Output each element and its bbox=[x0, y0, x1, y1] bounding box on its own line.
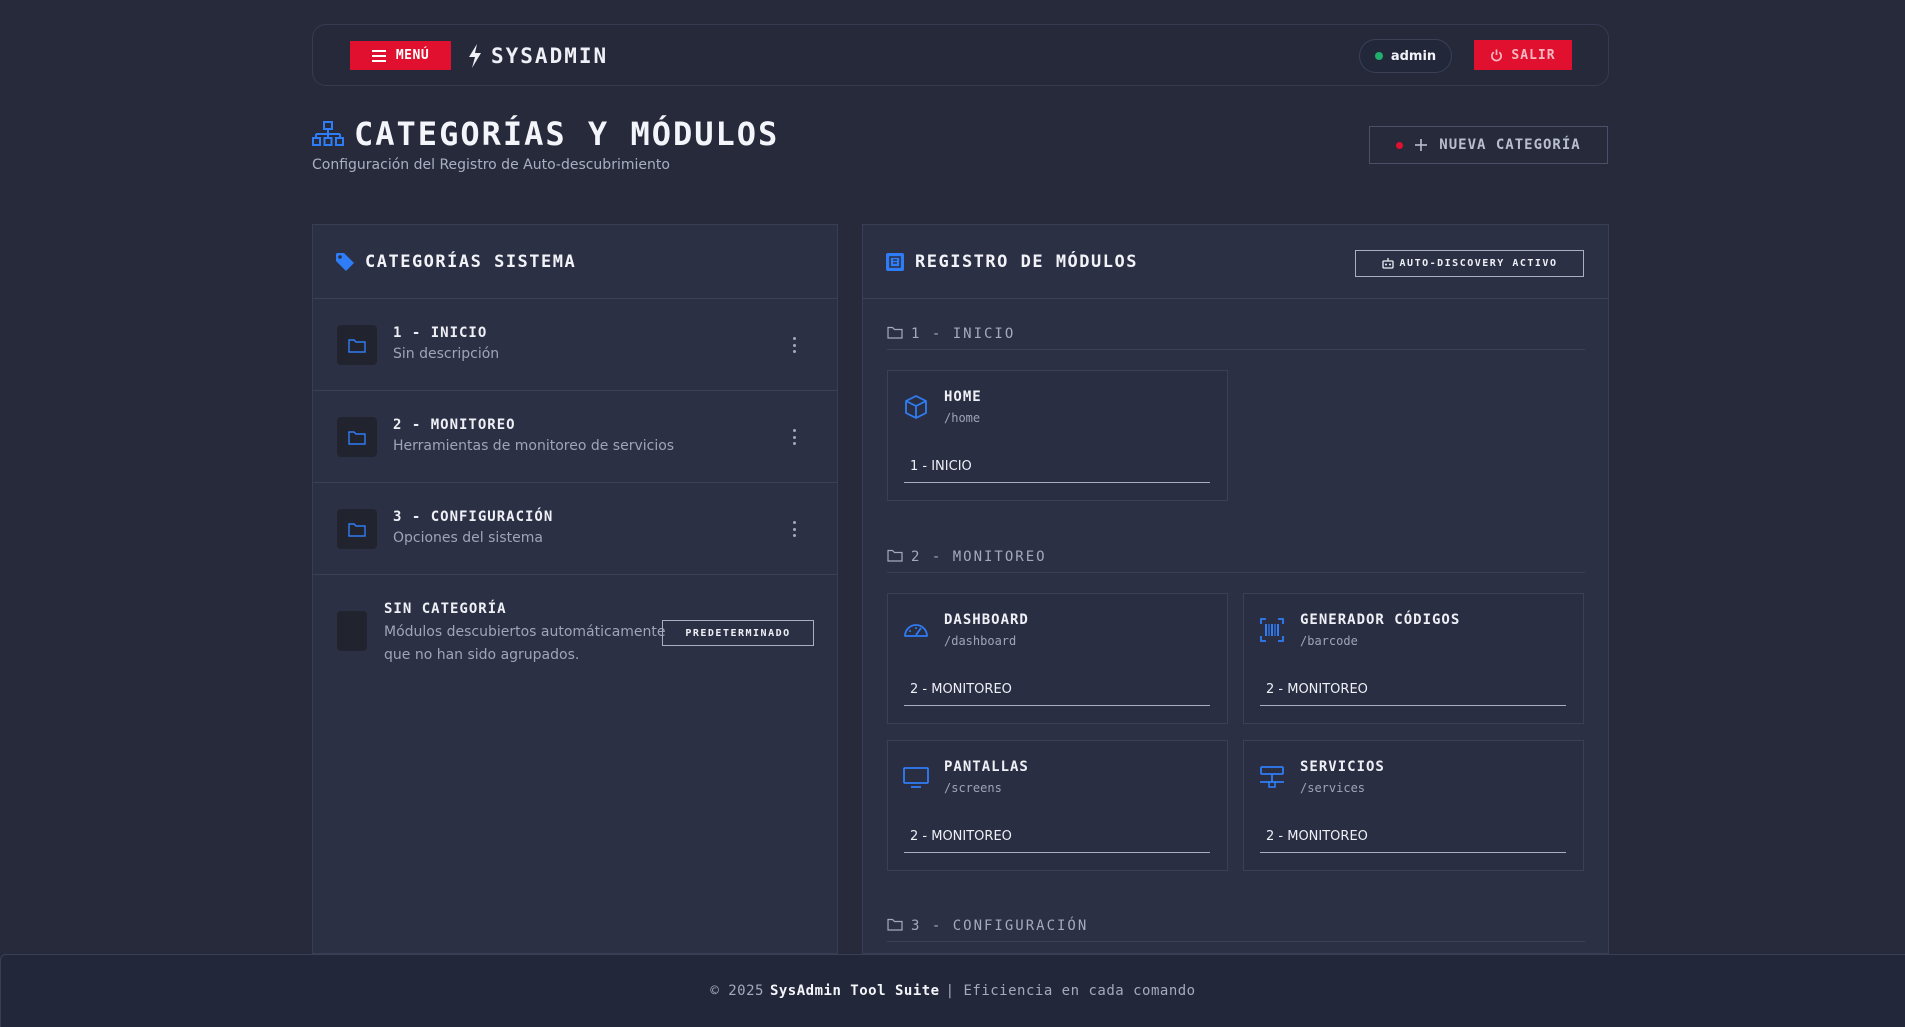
category-icon-box bbox=[337, 417, 377, 457]
module-category-select[interactable]: 2 - MONITOREO bbox=[904, 829, 1210, 853]
folder-outline-icon bbox=[887, 549, 903, 562]
folder-icon bbox=[348, 338, 366, 353]
uncategorized-description: Módulos descubiertos automáticamente que… bbox=[384, 624, 666, 663]
module-name: DASHBOARD bbox=[944, 612, 1029, 628]
power-icon bbox=[1491, 48, 1503, 61]
module-card[interactable]: DASHBOARD /dashboard 2 - MONITOREO bbox=[887, 593, 1228, 724]
module-name: SERVICIOS bbox=[1300, 759, 1385, 775]
uncategorized-title: SIN CATEGORÍA bbox=[384, 601, 507, 617]
auto-discovery-badge: AUTO-DISCOVERY ACTIVO bbox=[1355, 250, 1584, 277]
network-icon bbox=[1260, 766, 1284, 788]
module-category-select[interactable]: 1 - INICIO bbox=[904, 459, 1210, 483]
auto-discovery-label: AUTO-DISCOVERY ACTIVO bbox=[1399, 258, 1558, 269]
module-group-header: 2 - MONITOREO bbox=[887, 549, 1585, 573]
robot-icon bbox=[1381, 258, 1394, 269]
page-title-text: CATEGORÍAS Y MÓDULOS bbox=[354, 115, 780, 153]
module-category-select[interactable]: 2 - MONITOREO bbox=[904, 682, 1210, 706]
modules-panel: REGISTRO DE MÓDULOS AUTO-DISCOVERY ACTIV… bbox=[862, 224, 1609, 954]
category-description: Opciones del sistema bbox=[393, 530, 543, 546]
module-name: PANTALLAS bbox=[944, 759, 1029, 775]
module-name: GENERADOR CÓDIGOS bbox=[1300, 612, 1461, 628]
folder-icon bbox=[348, 522, 366, 537]
category-icon-box bbox=[337, 325, 377, 365]
categories-panel: CATEGORÍAS SISTEMA 1 - INICIO Sin descri… bbox=[312, 224, 838, 954]
module-category-select[interactable]: 2 - MONITOREO bbox=[1260, 682, 1566, 706]
indicator-dot bbox=[1396, 141, 1404, 149]
menu-button-label: MENÚ bbox=[395, 48, 430, 63]
module-group-title: 3 - CONFIGURACIÓN bbox=[911, 918, 1089, 934]
more-options-icon[interactable] bbox=[789, 429, 799, 445]
uncategorized-icon-box bbox=[337, 611, 367, 651]
module-group-title: 1 - INICIO bbox=[911, 326, 1016, 342]
username: admin bbox=[1390, 48, 1437, 64]
plus-icon bbox=[1415, 139, 1428, 151]
category-description: Herramientas de monitoreo de servicios bbox=[393, 438, 675, 454]
new-category-button[interactable]: NUEVA CATEGORÍA bbox=[1369, 126, 1608, 164]
page-subtitle: Configuración del Registro de Auto-descu… bbox=[312, 157, 670, 173]
monitor-icon bbox=[903, 767, 929, 788]
cube-icon bbox=[905, 395, 927, 419]
folder-outline-icon bbox=[887, 326, 903, 339]
modules-panel-header: REGISTRO DE MÓDULOS AUTO-DISCOVERY ACTIV… bbox=[863, 225, 1608, 299]
chip-icon bbox=[886, 252, 904, 271]
online-status-dot bbox=[1374, 52, 1383, 60]
category-description: Sin descripción bbox=[393, 346, 500, 362]
brand-name: SYSADMIN bbox=[491, 44, 609, 68]
hamburger-icon bbox=[371, 49, 386, 62]
sitemap-icon bbox=[312, 121, 344, 146]
page-title: CATEGORÍAS Y MÓDULOS bbox=[312, 113, 779, 155]
module-group-header: 1 - INICIO bbox=[887, 326, 1585, 350]
category-title: 1 - INICIO bbox=[393, 325, 488, 341]
footer: © 2025 SysAdmin Tool Suite | Eficiencia … bbox=[0, 954, 1905, 1027]
footer-tagline: | Eficiencia en cada comando bbox=[945, 983, 1196, 999]
category-title: 2 - MONITOREO bbox=[393, 417, 516, 433]
module-card[interactable]: GENERADOR CÓDIGOS /barcode 2 - MONITOREO bbox=[1243, 593, 1584, 724]
brand-logo[interactable]: SYSADMIN bbox=[467, 40, 608, 72]
category-item[interactable]: 1 - INICIO Sin descripción bbox=[313, 299, 837, 391]
barcode-icon bbox=[1260, 618, 1284, 642]
top-navbar: MENÚ SYSADMIN admin SALIR bbox=[312, 24, 1609, 86]
module-path: /dashboard bbox=[944, 634, 1017, 648]
bolt-icon bbox=[469, 44, 481, 68]
module-card[interactable]: PANTALLAS /screens 2 - MONITOREO bbox=[887, 740, 1228, 871]
user-badge[interactable]: admin bbox=[1359, 39, 1452, 73]
module-name: HOME bbox=[944, 389, 982, 405]
tag-icon bbox=[336, 252, 354, 271]
modules-panel-title: REGISTRO DE MÓDULOS bbox=[915, 251, 1138, 272]
module-card[interactable]: SERVICIOS /services 2 - MONITOREO bbox=[1243, 740, 1584, 871]
categories-panel-title: CATEGORÍAS SISTEMA bbox=[365, 251, 577, 272]
folder-outline-icon bbox=[887, 918, 903, 931]
logout-button[interactable]: SALIR bbox=[1474, 40, 1572, 70]
category-item[interactable]: 2 - MONITOREO Herramientas de monitoreo … bbox=[313, 391, 837, 483]
category-title: 3 - CONFIGURACIÓN bbox=[393, 509, 554, 525]
footer-copyright: © 2025 bbox=[710, 983, 764, 999]
module-path: /barcode bbox=[1300, 634, 1358, 648]
new-category-label: NUEVA CATEGORÍA bbox=[1439, 137, 1581, 153]
uncategorized-item: SIN CATEGORÍA Módulos descubiertos autom… bbox=[313, 575, 837, 695]
module-group-header: 3 - CONFIGURACIÓN bbox=[887, 918, 1585, 942]
module-group-title: 2 - MONITOREO bbox=[911, 549, 1047, 565]
module-card[interactable]: HOME /home 1 - INICIO bbox=[887, 370, 1228, 501]
category-item[interactable]: 3 - CONFIGURACIÓN Opciones del sistema bbox=[313, 483, 837, 575]
gauge-icon bbox=[904, 624, 928, 637]
module-path: /services bbox=[1300, 781, 1366, 795]
module-path: /screens bbox=[944, 781, 1002, 795]
logout-label: SALIR bbox=[1511, 47, 1556, 63]
menu-button[interactable]: MENÚ bbox=[350, 41, 451, 70]
default-badge: PREDETERMINADO bbox=[662, 620, 814, 646]
module-category-select[interactable]: 2 - MONITOREO bbox=[1260, 829, 1566, 853]
module-path: /home bbox=[944, 411, 981, 425]
more-options-icon[interactable] bbox=[789, 337, 799, 353]
more-options-icon[interactable] bbox=[789, 521, 799, 537]
footer-product: SysAdmin Tool Suite bbox=[769, 983, 940, 999]
folder-icon bbox=[348, 430, 366, 445]
categories-panel-header: CATEGORÍAS SISTEMA bbox=[313, 225, 837, 299]
category-icon-box bbox=[337, 509, 377, 549]
